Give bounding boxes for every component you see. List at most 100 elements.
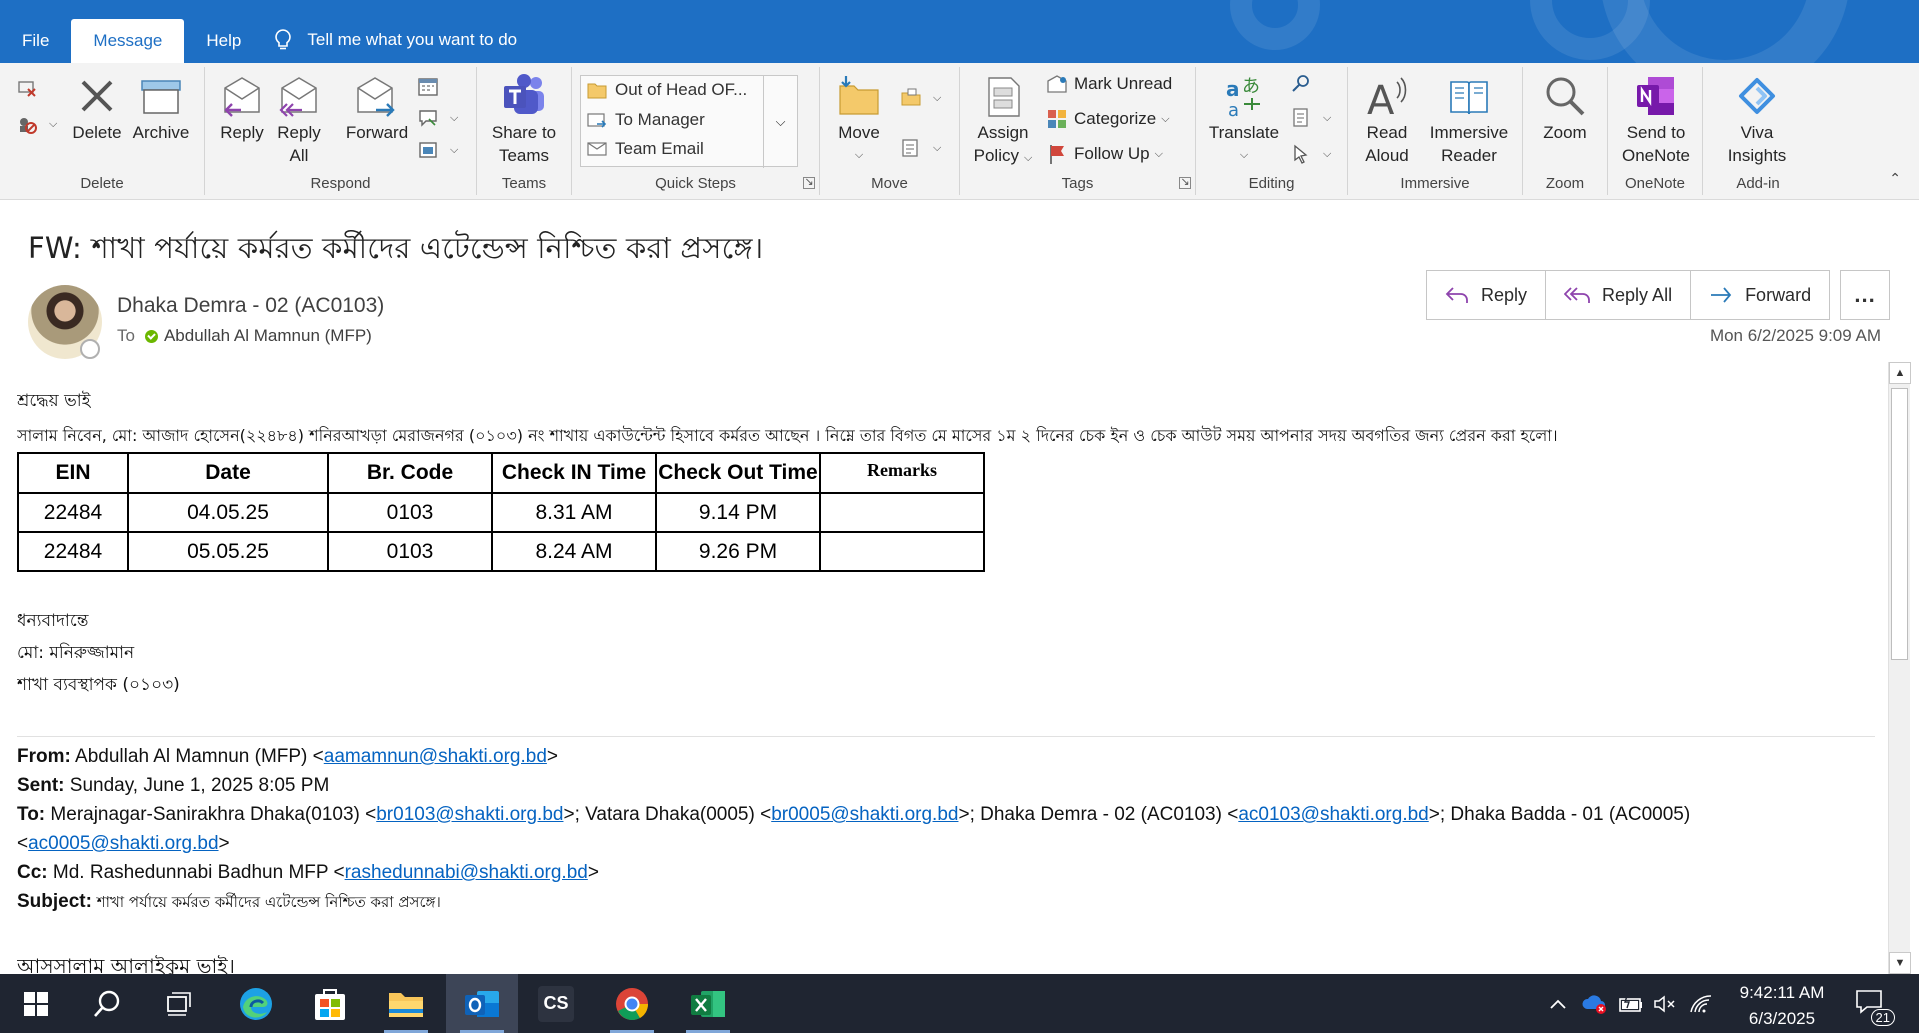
taskbar-clock[interactable]: 9:42:11 AM 6/3/2025 — [1722, 980, 1842, 1032]
reply-all-action-button[interactable]: Reply All — [1546, 271, 1692, 319]
sender-name[interactable]: Dhaka Demra - 02 (AC0103) — [117, 294, 384, 318]
chevron-down-icon: ⌵ — [1154, 147, 1163, 160]
chrome-taskbar-button[interactable] — [596, 974, 668, 1033]
follow-up-button[interactable]: Follow Up ⌵ — [1046, 143, 1163, 165]
to-email-link[interactable]: ac0103@shakti.org.bd — [1238, 804, 1428, 825]
battery-tray-button[interactable] — [1614, 974, 1648, 1033]
reply-all-arrow-icon — [1564, 287, 1590, 303]
start-button[interactable] — [0, 974, 72, 1033]
mark-unread-button[interactable]: Mark Unread — [1046, 73, 1172, 95]
select-button[interactable]: ⌵ — [1290, 143, 1331, 165]
quick-step-item[interactable]: To Manager — [587, 110, 705, 130]
quick-step-item[interactable]: Out of Head OF... — [587, 80, 747, 100]
message-body: শ্রদ্ধেয় ভাই সালাম নিবেন, মো: আজাদ হোসে… — [17, 382, 1877, 974]
outlook-taskbar-button[interactable] — [446, 974, 518, 1033]
menu-message[interactable]: Message — [71, 19, 185, 63]
share-to-teams-label-2: Teams — [498, 146, 550, 165]
read-aloud-button[interactable]: A Read Aloud — [1360, 73, 1414, 167]
quick-step-item[interactable]: Team Email — [587, 139, 704, 159]
volume-tray-button[interactable] — [1648, 974, 1682, 1033]
reading-pane: FW: শাখা পর্যায়ে কর্মরত কর্মীদের এটেন্ড… — [0, 200, 1919, 974]
categorize-button[interactable]: Categorize ⌵ — [1046, 108, 1170, 130]
cs-app-taskbar-button[interactable]: CS — [520, 974, 592, 1033]
quick-steps-expand-button[interactable]: ⌵ — [763, 76, 797, 168]
from-email-link[interactable]: aamamnun@shakti.org.bd — [324, 746, 547, 767]
chevron-down-icon: ⌵ — [450, 111, 459, 124]
scroll-up-icon[interactable]: ▲ — [1889, 362, 1911, 384]
to-email-link[interactable]: ac0005@shakti.org.bd — [28, 833, 218, 854]
edge-taskbar-button[interactable] — [220, 974, 292, 1033]
rules-button[interactable]: ⌵ — [900, 87, 941, 109]
junk-button[interactable]: ⌵ — [16, 113, 57, 135]
onedrive-tray-button[interactable] — [1578, 974, 1612, 1033]
cc-email-link[interactable]: rashedunnabi@shakti.org.bd — [345, 862, 588, 883]
reply-button[interactable]: Reply — [215, 73, 269, 144]
send-to-onenote-label-2: OneNote — [1621, 146, 1691, 165]
actions-button[interactable]: ⌵ — [900, 137, 941, 159]
show-hidden-icons-button[interactable] — [1540, 974, 1576, 1033]
menu-file[interactable]: File — [0, 31, 71, 63]
file-explorer-taskbar-button[interactable] — [370, 974, 442, 1033]
reply-action-button[interactable]: Reply — [1427, 271, 1547, 319]
to-email-link[interactable]: br0005@shakti.org.bd — [771, 804, 958, 825]
signer-title: শাখা ব্যবস্থাপক (০১০৩) — [17, 675, 180, 695]
share-to-teams-button[interactable]: Share to Teams — [487, 73, 561, 167]
excel-taskbar-button[interactable] — [672, 974, 744, 1033]
delete-button[interactable]: Delete — [70, 73, 124, 144]
forward-to-line: To: Merajnagar-Sanirakhra Dhaka(0103) <b… — [17, 804, 1690, 826]
notifications-button[interactable]: 21 — [1855, 988, 1895, 1026]
menu-help[interactable]: Help — [184, 31, 263, 63]
forward-separator — [17, 736, 1875, 737]
translate-label: Translate — [1208, 123, 1280, 142]
table-row: 22484 04.05.25 0103 8.31 AM 9.14 PM — [17, 492, 985, 533]
store-taskbar-button[interactable] — [294, 974, 366, 1033]
recipient-name[interactable]: Abdullah Al Mamnun (MFP) — [164, 326, 372, 346]
move-button[interactable]: Move ⌵ — [832, 73, 886, 167]
im-button[interactable]: ⌵ — [417, 107, 458, 129]
meeting-button[interactable] — [417, 75, 445, 97]
select-cursor-icon — [1290, 143, 1312, 165]
zoom-group: Zoom Zoom — [1523, 67, 1608, 195]
scroll-thumb[interactable] — [1891, 388, 1908, 660]
recipients-line: To Abdullah Al Mamnun (MFP) — [117, 326, 372, 346]
task-view-button[interactable] — [144, 974, 216, 1033]
send-to-onenote-button[interactable]: Send to OneNote — [1614, 73, 1698, 167]
categorize-label: Categorize — [1074, 109, 1157, 128]
forward-action-button[interactable]: Forward — [1691, 271, 1829, 319]
more-actions-button[interactable]: ... — [1840, 270, 1891, 320]
translate-button[interactable]: aあa Translate ⌵ — [1208, 73, 1280, 167]
find-button[interactable] — [1290, 73, 1318, 95]
reply-arrow-icon — [1445, 287, 1468, 303]
reply-all-button[interactable]: Reply All — [274, 73, 324, 167]
forward-button[interactable]: Forward — [343, 73, 411, 144]
message-subject: FW: শাখা পর্যায়ে কর্মরত কর্মীদের এটেন্ড… — [28, 231, 764, 265]
ignore-button[interactable] — [16, 77, 44, 99]
search-button[interactable] — [72, 974, 144, 1033]
more-respond-button[interactable]: ⌵ — [417, 139, 458, 161]
table-cell: 0103 — [327, 531, 493, 572]
related-button[interactable]: ⌵ — [1290, 107, 1331, 129]
tell-me-search[interactable]: Tell me what you want to do — [263, 29, 529, 63]
archive-button[interactable]: Archive — [131, 73, 191, 144]
network-tray-button[interactable] — [1684, 974, 1718, 1033]
assign-policy-button[interactable]: Assign Policy ⌵ — [970, 73, 1036, 170]
table-cell: 22484 — [17, 492, 129, 533]
collapse-ribbon-icon[interactable]: ⌃ — [1889, 170, 1901, 187]
title-strip: File Message Help Tell me what you want … — [0, 0, 1919, 63]
addin-group-label: Add-in — [1736, 175, 1780, 192]
immersive-group: A Read Aloud Immersive Reader Immersive — [1348, 67, 1523, 195]
to-email-link[interactable]: br0103@shakti.org.bd — [376, 804, 563, 825]
table-cell: 0103 — [327, 492, 493, 533]
reply-action-label: Reply — [1481, 284, 1528, 305]
delete-group: ⌵ Delete Archive Delete — [0, 67, 205, 195]
zoom-button[interactable]: Zoom — [1537, 73, 1593, 144]
read-aloud-label-1: Read — [1366, 123, 1408, 142]
ribbon: ⌵ Delete Archive Delete Reply Reply All … — [0, 63, 1919, 200]
scroll-down-icon[interactable]: ▼ — [1889, 952, 1911, 974]
message-scrollbar[interactable]: ▲ ▼ — [1888, 362, 1911, 974]
viva-insights-button[interactable]: Viva Insights — [1717, 73, 1797, 167]
angle-bracket: < — [17, 833, 29, 854]
delete-group-label: Delete — [80, 175, 124, 192]
immersive-reader-button[interactable]: Immersive Reader — [1424, 73, 1514, 167]
from-label: From: — [17, 746, 71, 767]
